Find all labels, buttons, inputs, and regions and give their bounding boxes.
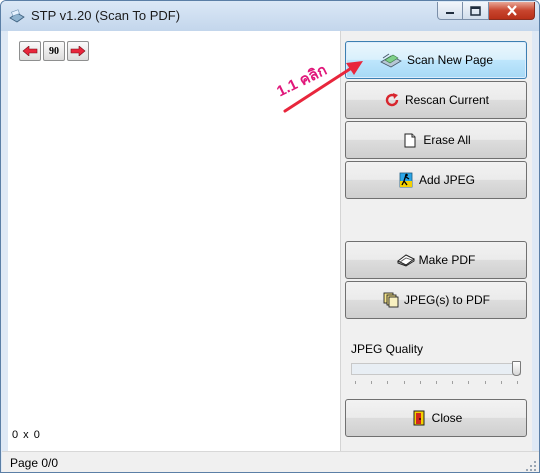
slider-tick — [387, 381, 389, 384]
rotate-left-button[interactable] — [19, 41, 41, 61]
status-bar: Page 0/0 — [2, 451, 539, 472]
resize-grip-icon[interactable] — [525, 460, 537, 472]
blank-page-icon — [401, 132, 419, 148]
add-jpeg-button[interactable]: Add JPEG — [345, 161, 527, 199]
red-left-arrow-icon — [22, 46, 38, 56]
minimize-button[interactable] — [437, 2, 463, 20]
jpeg-quality-slider[interactable] — [351, 361, 521, 389]
slider-tick — [500, 381, 502, 384]
make-pdf-button[interactable]: Make PDF — [345, 241, 527, 279]
image-dimensions: 0 x 0 — [12, 429, 41, 441]
erase-all-button[interactable]: Erase All — [345, 121, 527, 159]
slider-tick — [371, 381, 373, 384]
maximize-button[interactable] — [463, 2, 489, 20]
page-counter: Page 0/0 — [10, 456, 59, 470]
scanner-app-icon — [9, 9, 25, 23]
app-window: STP v1.20 (Scan To PDF) 90 0 x 0 Scan Ne… — [0, 0, 540, 473]
rotate-right-button[interactable] — [67, 41, 89, 61]
erase-all-label: Erase All — [423, 133, 471, 147]
slider-tick — [436, 381, 437, 384]
rescan-current-button[interactable]: Rescan Current — [345, 81, 527, 119]
client-area: 90 0 x 0 Scan New Page Rescan Current Er… — [8, 31, 532, 451]
refresh-icon — [383, 92, 401, 108]
rescan-current-label: Rescan Current — [404, 93, 490, 107]
add-jpeg-icon — [397, 172, 415, 188]
exit-door-icon — [410, 410, 428, 426]
slider-tick — [403, 381, 405, 384]
window-controls — [437, 2, 535, 20]
slider-tick — [355, 381, 356, 384]
jpegs-to-pdf-button[interactable]: JPEG(s) to PDF — [345, 281, 527, 319]
book-icon — [396, 252, 415, 268]
jpegs-to-pdf-label: JPEG(s) to PDF — [403, 293, 490, 307]
close-label: Close — [431, 411, 463, 425]
scan-new-page-button[interactable]: Scan New Page — [345, 41, 527, 79]
close-icon — [506, 5, 517, 16]
maximize-icon — [470, 5, 481, 16]
slider-tick — [468, 381, 470, 384]
window-title: STP v1.20 (Scan To PDF) — [31, 8, 181, 23]
slider-tick — [419, 381, 421, 384]
close-button[interactable]: Close — [345, 399, 527, 437]
title-bar[interactable]: STP v1.20 (Scan To PDF) — [1, 1, 539, 31]
rotate-90-button[interactable]: 90 — [43, 41, 65, 61]
jpeg-quality-label: JPEG Quality — [351, 342, 424, 356]
scan-new-page-label: Scan New Page — [406, 53, 494, 67]
make-pdf-label: Make PDF — [418, 253, 476, 267]
slider-tick — [452, 381, 454, 384]
stacked-pages-icon — [382, 292, 400, 308]
slider-tick — [484, 381, 486, 384]
red-right-arrow-icon — [70, 46, 86, 56]
minimize-icon — [446, 11, 454, 14]
rotate-90-label: 90 — [49, 45, 59, 57]
slider-thumb[interactable] — [512, 361, 521, 376]
close-window-button[interactable] — [489, 2, 535, 20]
slider-tick — [517, 381, 518, 384]
add-jpeg-label: Add JPEG — [418, 173, 476, 187]
scanner-icon — [379, 52, 403, 68]
slider-track — [351, 363, 521, 375]
